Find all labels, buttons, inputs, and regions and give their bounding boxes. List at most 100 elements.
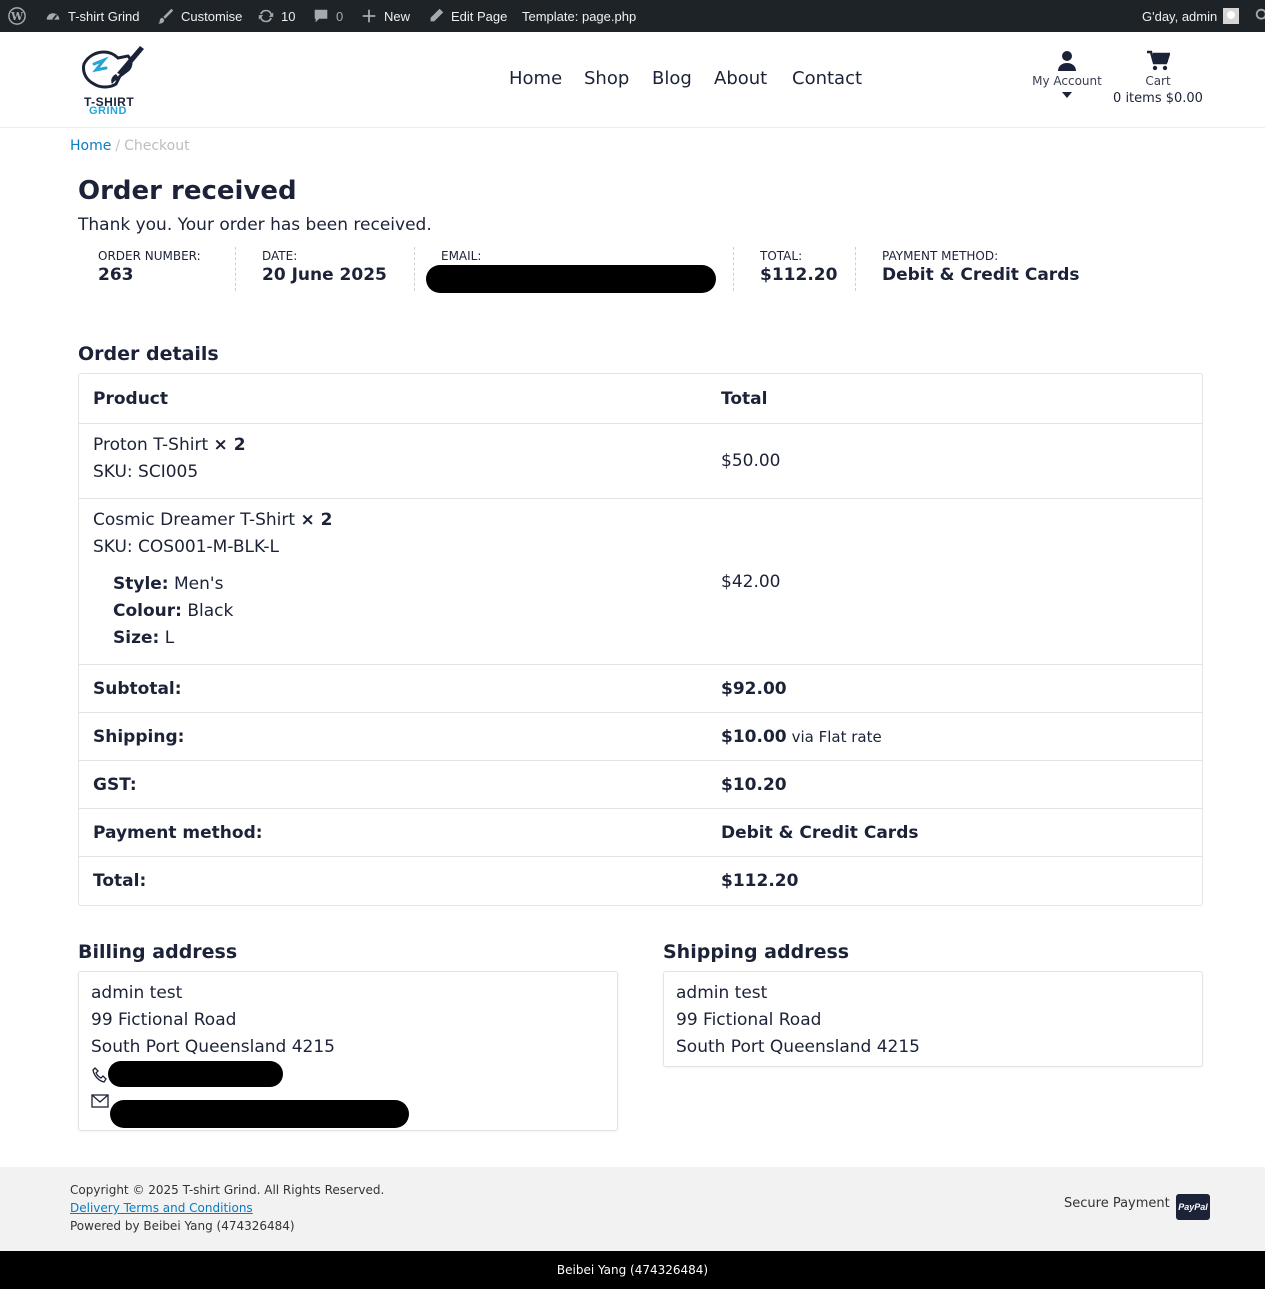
comments-link[interactable]: 0 <box>312 0 343 32</box>
payment-method-label: Payment method: <box>79 809 707 856</box>
avatar <box>1223 8 1240 24</box>
payment-method-value: Debit & Credit Cards <box>721 822 919 843</box>
product-total-value: $42.00 <box>721 571 781 592</box>
my-account-label: My Account <box>1032 74 1102 88</box>
pencil-icon <box>430 8 444 22</box>
edit-page-link[interactable]: Edit Page <box>427 0 507 32</box>
product-total: $42.00 <box>707 499 1202 664</box>
thank-you-message: Thank you. Your order has been received. <box>78 215 432 235</box>
cart-link[interactable]: Cart 0 items $0.00 <box>1110 50 1206 106</box>
site-name-label: T-shirt Grind <box>68 8 140 24</box>
date-value: 20 June 2025 <box>262 265 387 285</box>
comment-icon <box>314 9 328 23</box>
product-name[interactable]: Proton T-Shirt <box>93 435 208 455</box>
nav-shop[interactable]: Shop <box>584 68 629 89</box>
brush-icon <box>157 8 174 24</box>
plus-icon <box>362 9 376 23</box>
overview-total: Total: $112.20 <box>740 247 856 291</box>
product-total-value: $50.00 <box>721 451 781 471</box>
shipping-method: via Flat rate <box>791 727 882 746</box>
copyright-text: Copyright © 2025 T-shirt Grind. All Righ… <box>70 1183 385 1197</box>
subtotal-value: $92.00 <box>721 678 787 699</box>
meta-colour-value: Black <box>187 601 234 621</box>
meta-style-value: Men's <box>174 574 224 594</box>
caret-down-icon[interactable] <box>1062 92 1072 98</box>
product-name[interactable]: Cosmic Dreamer T-Shirt <box>93 510 295 530</box>
total-label: Total: <box>760 249 803 263</box>
billing-name: admin test <box>91 983 183 1003</box>
gst-label: GST: <box>79 761 707 808</box>
column-header-total: Total <box>721 388 768 409</box>
overview-payment: Payment method: Debit & Credit Cards <box>862 247 1122 291</box>
site-footer: Copyright © 2025 T-shirt Grind. All Righ… <box>0 1167 1265 1251</box>
wordpress-logo-icon[interactable]: W <box>8 0 26 32</box>
new-content-link[interactable]: New <box>360 0 410 32</box>
nav-about[interactable]: About <box>714 68 767 89</box>
admin-bar: W T-shirt Grind Customise 10 0 New Edit … <box>0 0 1265 32</box>
logo-text-grind: GRIND <box>89 105 127 117</box>
billing-address-heading: Billing address <box>78 941 238 963</box>
order-details-table: Product Total Proton T-Shirt × 2 SKU: SC… <box>78 373 1203 906</box>
shipping-street: 99 Fictional Road <box>676 1010 822 1030</box>
updates-count: 10 <box>281 8 296 24</box>
column-header-product: Product <box>79 374 707 423</box>
updates-link[interactable]: 10 <box>257 0 295 32</box>
customise-label: Customise <box>181 8 243 24</box>
product-cell: Cosmic Dreamer T-Shirt × 2 SKU: COS001-M… <box>79 499 707 664</box>
nav-blog[interactable]: Blog <box>652 68 692 89</box>
nav-contact[interactable]: Contact <box>792 68 862 89</box>
new-label: New <box>384 8 411 24</box>
customise-link[interactable]: Customise <box>157 0 242 32</box>
gst-value: $10.20 <box>721 774 787 795</box>
meta-size-label: Size: <box>113 628 160 648</box>
meta-colour-label: Colour: <box>113 601 182 621</box>
overview-order-number: Order number: 263 <box>78 247 236 291</box>
template-info[interactable]: Template: page.php <box>522 0 636 32</box>
product-quantity: × 2 <box>213 435 246 455</box>
user-icon <box>1058 51 1076 71</box>
order-details-heading: Order details <box>78 343 219 365</box>
envelope-icon <box>91 1094 109 1108</box>
admin-search-icon[interactable] <box>1254 0 1265 32</box>
delivery-terms-link[interactable]: Delivery Terms and Conditions <box>70 1201 253 1215</box>
page-title: Order received <box>78 176 297 206</box>
subtotal-row: Subtotal: $92.00 <box>79 665 1202 713</box>
powered-by-text: Powered by Beibei Yang (474326484) <box>70 1219 295 1233</box>
subtotal-label: Subtotal: <box>79 665 707 712</box>
email-label: Email: <box>441 249 482 263</box>
dashboard-icon <box>46 13 60 21</box>
shipping-row: Shipping: $10.00 via Flat rate <box>79 713 1202 761</box>
cart-summary: 0 items $0.00 <box>1113 91 1203 106</box>
overview-date: Date: 20 June 2025 <box>242 247 415 291</box>
product-cell: Proton T-Shirt × 2 SKU: SCI005 <box>79 424 707 498</box>
my-account-link[interactable]: My Account <box>1027 50 1107 98</box>
template-label: Template: page.php <box>522 8 637 24</box>
breadcrumb-home[interactable]: Home <box>70 138 111 154</box>
gst-row: GST: $10.20 <box>79 761 1202 809</box>
bottom-bar: Beibei Yang (474326484) <box>0 1251 1265 1289</box>
order-total-value: $112.20 <box>721 871 799 891</box>
shipping-city: South Port Queensland 4215 <box>676 1037 920 1057</box>
shipping-label: Shipping: <box>79 713 707 760</box>
order-total-label: Total: <box>79 857 707 905</box>
breadcrumb-current: Checkout <box>124 138 190 154</box>
site-name-link[interactable]: T-shirt Grind <box>44 0 140 32</box>
phone-redaction <box>108 1061 283 1087</box>
shipping-name: admin test <box>676 983 768 1003</box>
nav-home[interactable]: Home <box>509 68 562 89</box>
email-redaction <box>426 265 716 293</box>
product-sku: SKU: SCI005 <box>93 462 199 482</box>
payment-label: Payment method: <box>882 249 999 263</box>
billing-city: South Port Queensland 4215 <box>91 1037 335 1057</box>
comments-count: 0 <box>336 8 344 24</box>
my-account-menu[interactable]: G'day, admin <box>1142 0 1240 32</box>
meta-style-label: Style: <box>113 574 169 594</box>
payment-method-row: Payment method: Debit & Credit Cards <box>79 809 1202 857</box>
phone-icon <box>92 1067 107 1083</box>
table-row: Proton T-Shirt × 2 SKU: SCI005 $50.00 <box>79 424 1202 499</box>
product-quantity: × 2 <box>300 510 333 530</box>
table-row: Cosmic Dreamer T-Shirt × 2 SKU: COS001-M… <box>79 499 1202 665</box>
shipping-address-box: admin test 99 Fictional Road South Port … <box>663 971 1203 1067</box>
greeting-label: G'day, admin <box>1142 8 1218 24</box>
billing-street: 99 Fictional Road <box>91 1010 237 1030</box>
